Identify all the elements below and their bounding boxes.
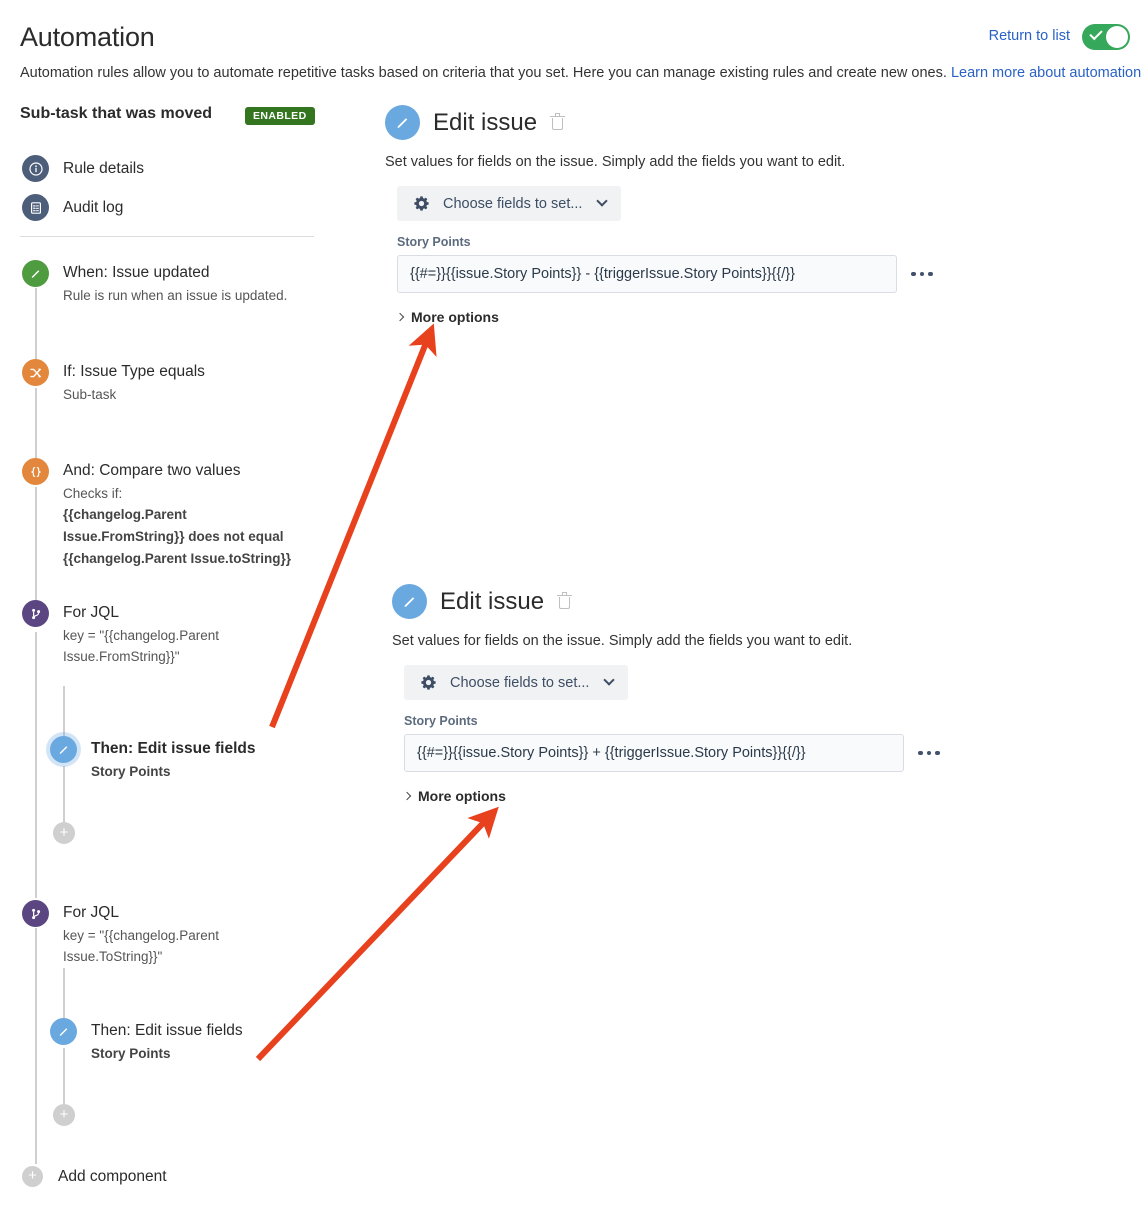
step-when-issue-updated[interactable]: When: Issue updated Rule is run when an … <box>22 260 322 305</box>
chevron-right-icon <box>402 791 412 801</box>
more-options-toggle-2[interactable]: More options <box>402 788 506 804</box>
field-row-1 <box>397 255 1005 293</box>
field-label-story-points-1: Story Points <box>397 235 471 249</box>
toggle-knob <box>1106 26 1128 48</box>
step-subtitle: Issue.FromString}}" <box>63 649 180 665</box>
plus-label: + <box>59 823 69 841</box>
branch-connector-line <box>63 968 65 1022</box>
step-subtitle: {{changelog.Parent <box>63 507 187 523</box>
more-options-label: More options <box>411 309 499 325</box>
learn-more-link[interactable]: Learn more about automation <box>951 65 1141 81</box>
step-title: For JQL <box>63 904 119 921</box>
add-step-button-branch-2[interactable]: + <box>53 1104 75 1126</box>
step-subtitle: Rule is run when an issue is updated. <box>63 287 288 303</box>
rule-name: Sub-task that was moved <box>20 105 213 122</box>
chevron-right-icon <box>395 312 405 322</box>
panel-description: Set values for fields on the issue. Simp… <box>385 154 846 170</box>
edit-issue-panel-1: Edit issue Set values for fields on the … <box>385 105 1005 325</box>
trash-icon[interactable] <box>557 591 573 610</box>
step-subtitle: Issue.ToString}}" <box>63 949 163 965</box>
branch-icon <box>22 600 49 627</box>
add-step-button-branch-1[interactable]: + <box>53 822 75 844</box>
step-title: Then: Edit issue fields <box>91 740 256 757</box>
step-title: Then: Edit issue fields <box>91 1022 243 1039</box>
more-horizontal-icon[interactable] <box>911 271 933 277</box>
connector-line <box>35 632 37 898</box>
pencil-icon <box>392 584 427 619</box>
pencil-icon <box>385 105 420 140</box>
step-subtitle: Issue.FromString}} does not equal <box>63 529 284 545</box>
add-component-label: Add component <box>58 1167 167 1185</box>
panel-header: Edit issue <box>385 105 1005 140</box>
step-subtitle: key = "{{changelog.Parent <box>63 927 220 943</box>
gear-icon <box>420 674 437 691</box>
shuffle-icon <box>22 359 49 386</box>
step-title: For JQL <box>63 604 119 621</box>
branch-connector-line <box>63 686 65 740</box>
plus-icon: + <box>53 822 75 844</box>
step-title: And: Compare two values <box>63 462 241 479</box>
info-icon <box>22 155 49 182</box>
choose-fields-dropdown-2[interactable]: Choose fields to set... <box>404 665 629 700</box>
plus-label: + <box>59 1105 69 1123</box>
step-title: If: Issue Type equals <box>63 363 205 380</box>
automation-page: Automation Return to list Automation rul… <box>0 0 1148 1223</box>
step-title: When: Issue updated <box>63 264 210 281</box>
chevron-down-icon <box>596 194 609 207</box>
rule-enabled-toggle[interactable] <box>1082 24 1130 50</box>
more-horizontal-icon[interactable] <box>918 750 940 756</box>
plus-label: + <box>28 1167 37 1184</box>
step-subtitle: {{changelog.Parent Issue.toString}} <box>63 550 292 566</box>
step-then-edit-issue-fields-1[interactable]: Then: Edit issue fields Story Points <box>50 736 350 781</box>
pencil-icon <box>50 1018 77 1045</box>
branch-icon <box>22 900 49 927</box>
sidebar-item-audit-log[interactable]: Audit log <box>22 194 123 221</box>
trash-icon[interactable] <box>550 112 566 131</box>
step-and-compare-two-values[interactable]: And: Compare two values Checks if: {{cha… <box>22 458 322 568</box>
field-label-story-points-2: Story Points <box>404 714 478 728</box>
plus-icon: + <box>22 1166 43 1187</box>
more-options-toggle-1[interactable]: More options <box>395 309 499 325</box>
step-for-jql-1[interactable]: For JQL key = "{{changelog.Parent Issue.… <box>22 600 322 667</box>
choose-fields-label: Choose fields to set... <box>443 195 583 212</box>
gear-icon <box>413 195 430 212</box>
step-subtitle: Story Points <box>91 763 171 779</box>
choose-fields-dropdown-1[interactable]: Choose fields to set... <box>397 186 622 221</box>
panel-title: Edit issue <box>440 587 545 615</box>
step-subtitle: key = "{{changelog.Parent <box>63 627 220 643</box>
status-badge: ENABLED <box>245 107 315 125</box>
chevron-down-icon <box>603 673 616 686</box>
step-if-issue-type-equals[interactable]: If: Issue Type equals Sub-task <box>22 359 322 404</box>
panel-header: Edit issue <box>392 584 1012 619</box>
step-then-edit-issue-fields-2[interactable]: Then: Edit issue fields Story Points <box>50 1018 350 1063</box>
step-subtitle: Sub-task <box>63 386 117 402</box>
story-points-input-2[interactable] <box>404 734 904 772</box>
plus-icon: + <box>53 1104 75 1126</box>
braces-icon <box>22 458 49 485</box>
return-to-list-link[interactable]: Return to list <box>989 28 1070 44</box>
story-points-input-1[interactable] <box>397 255 897 293</box>
pencil-icon <box>50 736 77 763</box>
sidebar-item-rule-details[interactable]: Rule details <box>22 155 144 182</box>
sidebar-item-label: Audit log <box>63 198 124 216</box>
more-options-label: More options <box>418 788 506 804</box>
field-row-2 <box>404 734 1012 772</box>
pencil-icon <box>22 260 49 287</box>
panel-description: Set values for fields on the issue. Simp… <box>392 633 853 649</box>
panel-title: Edit issue <box>433 108 538 136</box>
choose-fields-label: Choose fields to set... <box>450 674 590 691</box>
edit-issue-panel-2: Edit issue Set values for fields on the … <box>392 584 1012 804</box>
step-subtitle: Story Points <box>91 1045 171 1061</box>
add-component-button[interactable]: + Add component <box>22 1166 167 1187</box>
step-for-jql-2[interactable]: For JQL key = "{{changelog.Parent Issue.… <box>22 900 322 967</box>
list-icon <box>22 194 49 221</box>
check-icon <box>1089 26 1103 41</box>
step-subtitle: Checks if: <box>63 485 123 501</box>
rule-outline-rail: Sub-task that was moved ENABLED Rule det… <box>0 0 380 1223</box>
rail-divider <box>20 236 314 237</box>
sidebar-item-label: Rule details <box>63 159 144 177</box>
